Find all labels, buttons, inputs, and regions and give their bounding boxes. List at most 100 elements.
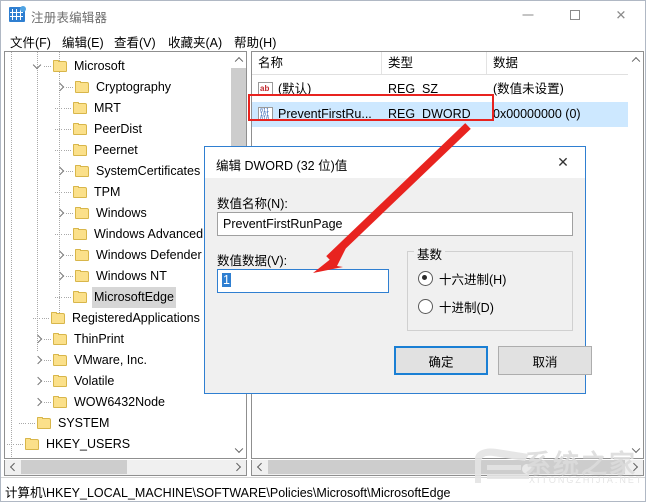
chevron-right-icon[interactable] — [55, 271, 66, 282]
menu-item-favorites[interactable]: 收藏夹(A) — [165, 32, 225, 51]
chevron-right-icon[interactable] — [55, 250, 66, 261]
column-header-data[interactable]: 数据 — [487, 52, 643, 74]
chevron-right-icon[interactable] — [33, 334, 44, 345]
tree-item-label: MRT — [94, 101, 121, 115]
tree-item-cryptography[interactable]: Cryptography — [5, 77, 233, 98]
tree-line-spacer — [33, 313, 42, 324]
chevron-right-icon[interactable] — [33, 355, 44, 366]
tree-item-label: Microsoft — [74, 59, 125, 73]
tree-item-windows[interactable]: Windows — [5, 203, 233, 224]
chevron-right-icon[interactable] — [55, 166, 66, 177]
tree-connector — [64, 145, 73, 156]
minimize-button[interactable] — [505, 1, 551, 29]
tree-item-peernet[interactable]: Peernet — [5, 140, 233, 161]
tree-hscroll-left-button[interactable] — [5, 460, 21, 474]
tree-item-label: HKEY_USERS — [46, 437, 131, 451]
tree-line-spacer — [55, 145, 64, 156]
list-scroll-up-button[interactable] — [628, 52, 643, 68]
window-title: 注册表编辑器 — [31, 11, 108, 25]
tree-item-thinprint[interactable]: ThinPrint — [5, 329, 233, 350]
chevron-right-icon[interactable] — [55, 208, 66, 219]
tree-item-windows-defender[interactable]: Windows Defender — [5, 245, 233, 266]
tree-item-hkey-current-config[interactable]: HKEY_CURRENT_CONFIG — [5, 455, 233, 458]
tree-connector — [44, 376, 53, 387]
tree-item-label: Peernet — [94, 143, 138, 157]
maximize-button[interactable] — [552, 1, 598, 29]
tree-item-label: WOW6432Node — [74, 395, 166, 409]
folder-icon — [73, 228, 88, 241]
list-hscroll-thumb[interactable] — [268, 460, 625, 474]
chevron-right-icon[interactable] — [55, 82, 66, 93]
tree-connector — [64, 124, 73, 135]
folder-icon — [75, 249, 90, 262]
tree-line-spacer — [7, 439, 16, 450]
tree-item-vmware-inc[interactable]: VMware, Inc. — [5, 350, 233, 371]
list-horizontal-scrollbar[interactable] — [251, 460, 644, 476]
tree-item-systemcertificates[interactable]: SystemCertificates — [5, 161, 233, 182]
status-path: 计算机\HKEY_LOCAL_MACHINE\SOFTWARE\Policies… — [5, 486, 451, 500]
radio-hexadecimal[interactable]: 十六进制(H) — [418, 269, 506, 288]
tree-item-windows-advanced[interactable]: Windows Advanced — [5, 224, 233, 245]
list-vertical-scrollbar[interactable] — [628, 52, 643, 458]
menu-item-help[interactable]: 帮助(H) — [231, 32, 279, 51]
folder-icon — [73, 123, 88, 136]
folder-icon — [75, 270, 90, 283]
registry-tree[interactable]: Microsoft Cryptography MRT PeerDist Peernet S… — [5, 52, 233, 458]
tree-connector — [64, 103, 73, 114]
ok-button[interactable]: 确定 — [394, 346, 488, 375]
cancel-button[interactable]: 取消 — [498, 346, 592, 375]
close-button[interactable]: ✕ — [598, 1, 644, 29]
value-name-input[interactable]: PreventFirstRunPage — [217, 212, 573, 236]
list-hscroll-left-button[interactable] — [252, 460, 268, 474]
menu-item-edit[interactable]: 编辑(E) — [59, 32, 107, 51]
folder-icon — [75, 165, 90, 178]
value-data: 0x00000000 (0) — [493, 107, 581, 121]
folder-icon — [75, 207, 90, 220]
tree-item-registeredapplications[interactable]: RegisteredApplications — [5, 308, 233, 329]
tree-item-label: PeerDist — [94, 122, 142, 136]
tree-connector — [28, 418, 37, 429]
list-scroll-down-button[interactable] — [628, 442, 643, 458]
tree-horizontal-scrollbar[interactable] — [4, 460, 247, 476]
edit-dword-dialog: 编辑 DWORD (32 位)值 ✕ 数值名称(N): PreventFirst… — [204, 146, 592, 394]
tree-item-microsoftedge[interactable]: MicrosoftEdge — [5, 287, 233, 308]
radio-decimal[interactable]: 十进制(D) — [418, 297, 494, 316]
tree-item-label: ThinPrint — [74, 332, 125, 346]
chevron-right-icon[interactable] — [33, 397, 44, 408]
tree-item-microsoft[interactable]: Microsoft — [5, 56, 233, 77]
folder-icon — [25, 438, 40, 451]
folder-icon — [53, 60, 68, 73]
chevron-down-icon[interactable] — [33, 61, 44, 72]
tree-item-tpm[interactable]: TPM — [5, 182, 233, 203]
column-header-name[interactable]: 名称 — [252, 52, 382, 74]
tree-hscroll-right-button[interactable] — [230, 460, 246, 474]
tree-item-label: TPM — [94, 185, 121, 199]
tree-hscroll-thumb[interactable] — [21, 460, 127, 474]
tree-item-windows-nt[interactable]: Windows NT — [5, 266, 233, 287]
tree-line-spacer — [55, 292, 64, 303]
registry-icon — [9, 6, 26, 23]
tree-item-label: Windows — [96, 206, 147, 220]
tree-connector — [66, 271, 75, 282]
folder-icon — [75, 81, 90, 94]
title-bar: 注册表编辑器 ✕ — [1, 1, 645, 29]
list-hscroll-right-button[interactable] — [627, 460, 643, 474]
dialog-close-button[interactable]: ✕ — [541, 147, 585, 177]
chevron-right-icon[interactable] — [33, 376, 44, 387]
tree-item-volatile[interactable]: Volatile — [5, 371, 233, 392]
tree-item-system[interactable]: SYSTEM — [5, 413, 233, 434]
tree-scroll-down-button[interactable] — [231, 442, 246, 458]
tree-item-mrt[interactable]: MRT — [5, 98, 233, 119]
tree-item-peerdist[interactable]: PeerDist — [5, 119, 233, 140]
menu-item-file[interactable]: 文件(F) — [7, 32, 54, 51]
value-data-input-text: 1 — [222, 273, 231, 287]
value-data-input[interactable]: 1 — [217, 269, 389, 293]
tree-scroll-up-button[interactable] — [231, 52, 246, 68]
tree-item-label: Windows NT — [96, 269, 167, 283]
column-header-type[interactable]: 类型 — [382, 52, 487, 74]
close-icon: ✕ — [557, 154, 569, 170]
tree-item-hkey-users[interactable]: HKEY_USERS — [5, 434, 233, 455]
menu-item-view[interactable]: 查看(V) — [111, 32, 159, 51]
folder-icon — [51, 312, 66, 325]
tree-item-wow6432node[interactable]: WOW6432Node — [5, 392, 233, 413]
